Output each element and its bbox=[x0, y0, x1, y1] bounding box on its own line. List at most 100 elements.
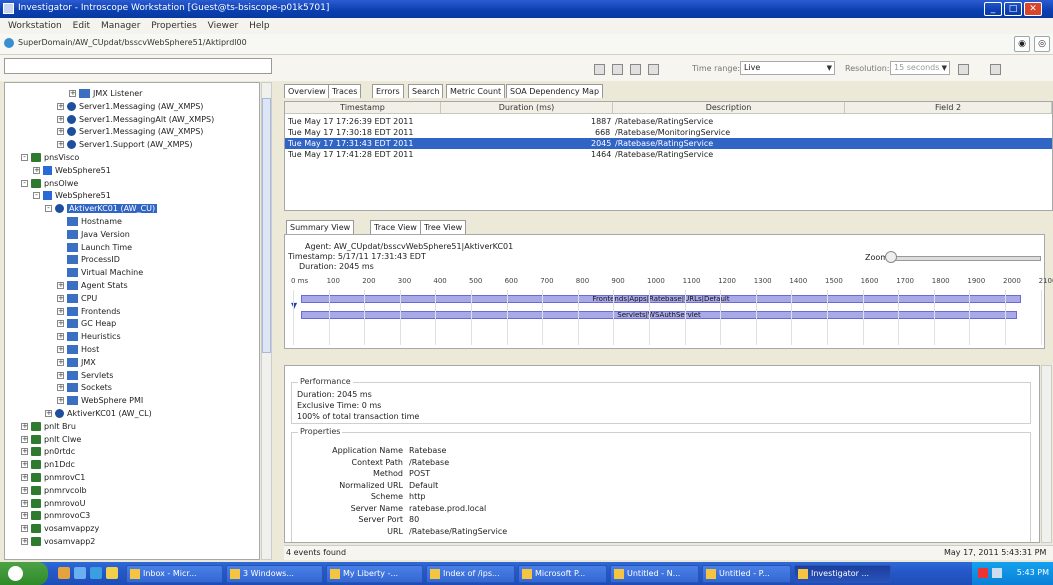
tab-soa-dependency-map[interactable]: SOA Dependency Map bbox=[506, 84, 604, 98]
tree-node[interactable]: + Heuristics bbox=[57, 330, 121, 343]
collapse-icon[interactable]: - bbox=[33, 192, 40, 200]
taskbar-button[interactable]: Investigator ... bbox=[794, 565, 891, 583]
menu-edit[interactable]: Edit bbox=[73, 18, 90, 34]
tree-node[interactable]: + Server1.Messaging (AW_XMPS) bbox=[57, 125, 203, 138]
tree-node[interactable]: + Server1.Messaging (AW_XMPS) bbox=[57, 100, 203, 113]
expand-icon[interactable]: + bbox=[57, 102, 64, 110]
tray-network-icon[interactable] bbox=[992, 568, 1002, 578]
tab-errors[interactable]: Errors bbox=[372, 84, 404, 98]
tree-search-input[interactable] bbox=[4, 58, 272, 74]
collapse-icon[interactable]: - bbox=[21, 154, 28, 161]
maximize-button[interactable]: □ bbox=[1004, 2, 1022, 16]
trace-bar-frontend[interactable]: Frontends|Apps|Ratebase|URLs|Default bbox=[301, 295, 1021, 303]
menu-manager[interactable]: Manager bbox=[101, 18, 140, 34]
collapse-icon[interactable]: - bbox=[45, 205, 52, 213]
taskbar-button[interactable]: My Liberty -... bbox=[326, 565, 423, 583]
tree-node[interactable]: + WebSphere PMI bbox=[57, 394, 143, 407]
tab-tree-view[interactable]: Tree View bbox=[420, 220, 467, 234]
title-bar[interactable]: Investigator - Introscope Workstation [G… bbox=[0, 0, 1053, 18]
explorer-icon[interactable] bbox=[74, 567, 86, 579]
resolution-select[interactable]: 15 seconds ▼ bbox=[890, 61, 950, 75]
expand-icon[interactable]: + bbox=[57, 282, 64, 289]
start-button[interactable] bbox=[0, 562, 48, 585]
forward-icon[interactable]: ◎ bbox=[1034, 36, 1050, 52]
taskbar-button[interactable]: Index of /ips... bbox=[426, 565, 515, 583]
col-duration[interactable]: Duration (ms) bbox=[441, 102, 613, 114]
tree-node[interactable]: ProcessID bbox=[57, 253, 120, 266]
last-icon[interactable] bbox=[648, 64, 659, 75]
tray-alert-icon[interactable] bbox=[978, 568, 988, 578]
tree-node[interactable]: Virtual Machine bbox=[57, 266, 143, 279]
tree-node[interactable]: + pnmrovoU bbox=[21, 497, 85, 510]
expand-icon[interactable]: + bbox=[21, 435, 28, 443]
expand-icon[interactable]: + bbox=[21, 499, 28, 507]
tree-node[interactable]: + Agent Stats bbox=[57, 279, 128, 292]
tree-node[interactable]: + Host bbox=[57, 343, 99, 356]
expand-icon[interactable]: + bbox=[57, 358, 64, 366]
tree-node[interactable]: + pn1Ddc bbox=[21, 458, 75, 471]
chart-icon[interactable] bbox=[958, 64, 969, 75]
tree-node[interactable]: + GC Heap bbox=[57, 317, 116, 330]
expand-icon[interactable]: + bbox=[57, 294, 64, 302]
expand-icon[interactable]: + bbox=[57, 307, 64, 315]
taskbar-button[interactable]: Microsoft P... bbox=[518, 565, 607, 583]
tree-node[interactable]: Launch Time bbox=[57, 241, 132, 254]
tree-node[interactable]: + pnlt Bru bbox=[21, 420, 76, 433]
tree-node[interactable]: + WebSphere51 bbox=[33, 164, 111, 177]
expand-icon[interactable]: + bbox=[21, 474, 28, 481]
tree-node[interactable]: + pn0rtdc bbox=[21, 445, 75, 458]
expand-icon[interactable]: + bbox=[21, 422, 28, 430]
tree-scroll-thumb[interactable] bbox=[262, 98, 271, 353]
expand-icon[interactable]: + bbox=[57, 371, 64, 379]
first-icon[interactable] bbox=[594, 64, 605, 75]
taskbar-button[interactable]: Inbox - Micr... bbox=[126, 565, 223, 583]
expand-icon[interactable]: + bbox=[21, 448, 28, 456]
expand-icon[interactable]: + bbox=[57, 346, 64, 353]
table-row[interactable]: Tue May 17 17:30:18 EDT 2011 668 /Rateba… bbox=[285, 127, 1052, 138]
menu-help[interactable]: Help bbox=[249, 18, 270, 34]
collapse-icon[interactable]: - bbox=[21, 179, 28, 187]
table-row[interactable]: Tue May 17 17:41:28 EDT 2011 1464 /Rateb… bbox=[285, 149, 1052, 160]
tree-node[interactable]: + Sockets bbox=[57, 381, 112, 394]
outlook-icon[interactable] bbox=[106, 567, 118, 579]
expand-icon[interactable]: + bbox=[21, 486, 28, 494]
expand-icon[interactable]: + bbox=[69, 90, 76, 97]
trace-bar-servlet[interactable]: Servlets|WSAuthServlet bbox=[301, 311, 1017, 319]
tree-node[interactable]: + AktiverKC01 (AW_CL) bbox=[45, 407, 152, 420]
tree-node[interactable]: - pnsVisco bbox=[21, 151, 79, 164]
expand-icon[interactable]: + bbox=[57, 384, 64, 392]
expand-icon[interactable]: + bbox=[21, 538, 28, 545]
expand-icon[interactable]: + bbox=[57, 141, 64, 149]
taskbar-button[interactable]: Untitled - N... bbox=[610, 565, 699, 583]
menu-workstation[interactable]: Workstation bbox=[8, 18, 62, 34]
zoom-slider[interactable] bbox=[889, 256, 1041, 261]
expand-icon[interactable]: + bbox=[57, 128, 64, 136]
previous-icon[interactable] bbox=[612, 64, 623, 75]
tab-overview[interactable]: Overview bbox=[284, 84, 330, 98]
tree-node[interactable]: + Servlets bbox=[57, 369, 113, 382]
expand-icon[interactable]: + bbox=[21, 461, 28, 469]
tree-node[interactable]: + Server1.Support (AW_XMPS) bbox=[57, 138, 193, 151]
tree-node[interactable]: + pnmrovoC3 bbox=[21, 509, 90, 522]
tree-node[interactable]: + JMX bbox=[57, 356, 96, 369]
minimize-button[interactable]: _ bbox=[984, 2, 1002, 16]
taskbar-button[interactable]: Untitled - P... bbox=[702, 565, 791, 583]
collapse-arrow-icon[interactable]: ▼ bbox=[291, 301, 297, 310]
next-icon[interactable] bbox=[630, 64, 641, 75]
tab-trace-view[interactable]: Trace View bbox=[370, 220, 421, 234]
tree-node[interactable]: + pnmrvcolb bbox=[21, 484, 87, 497]
col-field-2[interactable]: Field 2 bbox=[845, 102, 1052, 114]
menu-properties[interactable]: Properties bbox=[151, 18, 196, 34]
tree-node[interactable]: + JMX Listener bbox=[69, 87, 142, 100]
tree-node[interactable]: + vosamvappzy bbox=[21, 522, 99, 535]
tree-node[interactable]: + Server1.MessagingAlt (AW_XMPS) bbox=[57, 113, 214, 126]
tree-node[interactable]: - AktiverKC01 (AW_CU) bbox=[45, 202, 158, 215]
tree-node[interactable]: + Frontends bbox=[57, 305, 120, 318]
tree-node[interactable]: Java Version bbox=[57, 228, 130, 241]
details-scrollbar[interactable] bbox=[1041, 365, 1052, 543]
expand-icon[interactable]: + bbox=[21, 525, 28, 533]
tree-node[interactable]: + pnlt Clwe bbox=[21, 433, 81, 446]
tree-node[interactable]: - WebSphere51 bbox=[33, 189, 111, 202]
tree-node[interactable]: - pnsOlwe bbox=[21, 177, 78, 190]
expand-icon[interactable]: + bbox=[57, 320, 64, 328]
